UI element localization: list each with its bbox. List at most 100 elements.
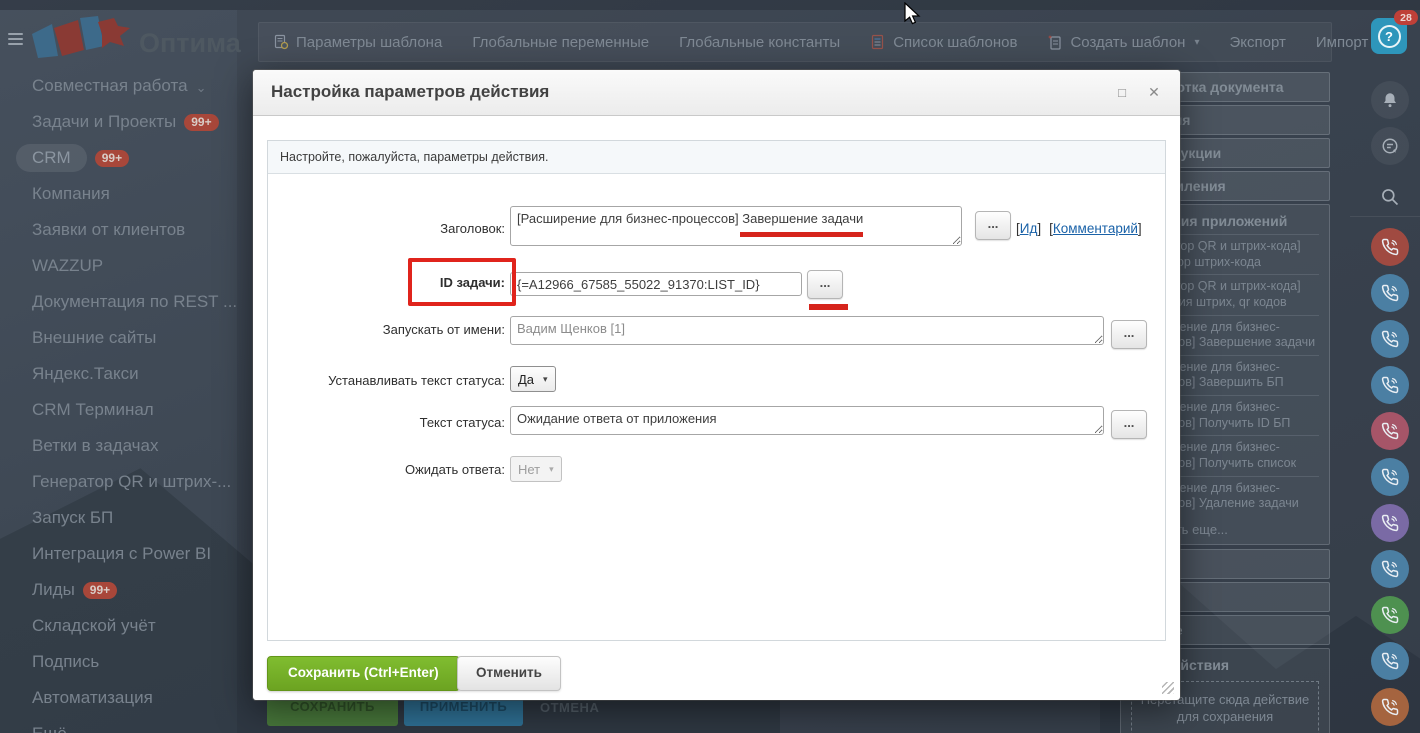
tab-template-parameters[interactable]: Параметры шаблона <box>273 34 442 51</box>
sidebar-item-label: Компания <box>32 184 110 203</box>
bell-icon <box>1384 93 1396 108</box>
sidebar-item-automation[interactable]: Автоматизация <box>32 680 232 716</box>
select-value: Нет <box>518 461 541 477</box>
sidebar-item-wazzup[interactable]: WAZZUP <box>32 248 232 284</box>
task-id-more-button[interactable]: ... <box>807 270 843 299</box>
doc-gear-icon <box>274 34 289 50</box>
support-chat-button[interactable] <box>1371 127 1409 165</box>
task-id-input[interactable] <box>510 272 802 296</box>
tab-import[interactable]: Импорт <box>1316 34 1368 51</box>
bp-designer-toolbar: Параметры шаблона Глобальные переменные … <box>258 22 1368 62</box>
phone-call-icon[interactable] <box>1371 504 1409 542</box>
tab-global-variables[interactable]: Глобальные переменные <box>472 34 649 51</box>
hamburger-menu-icon[interactable] <box>8 33 23 45</box>
set-status-select[interactable]: Да ▾ <box>510 366 556 392</box>
select-caret-icon: ▾ <box>543 373 548 384</box>
phone-call-icon[interactable] <box>1371 274 1409 312</box>
help-notification-badge: 28 <box>1394 10 1418 25</box>
sidebar-item-task-branches[interactable]: Ветки в задачах <box>32 428 232 464</box>
run-as-more-button[interactable]: ... <box>1111 320 1147 349</box>
tab-create-template[interactable]: Создать шаблон ▾ <box>1047 33 1200 51</box>
tab-template-list[interactable]: Список шаблонов <box>870 34 1017 51</box>
save-button[interactable]: Сохранить (Ctrl+Enter) <box>267 656 460 691</box>
sidebar-item-label: Ветки в задачах <box>32 436 159 455</box>
dialog-header[interactable]: Настройка параметров действия □ ✕ <box>253 70 1180 116</box>
bracket: ] <box>1137 221 1142 236</box>
sidebar-item-crm-terminal[interactable]: CRM Терминал <box>32 392 232 428</box>
tab-label: Создать шаблон <box>1070 33 1186 51</box>
sidebar-item-label: Генератор QR и штрих-... <box>32 472 232 491</box>
tab-label: Параметры шаблона <box>296 33 443 51</box>
notification-badge: 99+ <box>82 581 118 599</box>
id-link[interactable]: Ид <box>1020 221 1038 236</box>
action-settings-dialog: Настройка параметров действия □ ✕ Настро… <box>253 70 1180 700</box>
status-text-more-button[interactable]: ... <box>1111 410 1147 439</box>
phone-call-icon[interactable] <box>1371 320 1409 358</box>
status-text-textarea[interactable]: Ожидание ответа от приложения <box>510 406 1104 435</box>
field-label-status-text: Текст статуса: <box>419 415 505 430</box>
run-as-textarea[interactable]: Вадим Щенков [1] <box>510 316 1104 345</box>
telephony-call-rail <box>1371 228 1409 726</box>
sidebar-item-label: Яндекс.Такси <box>32 364 139 383</box>
comment-link[interactable]: Комментарий <box>1053 221 1138 236</box>
bracket: ] <box>1037 221 1042 236</box>
phone-call-icon[interactable] <box>1371 412 1409 450</box>
sidebar-item-more[interactable]: Ещё <box>32 716 232 733</box>
sidebar-item-company[interactable]: Компания <box>32 176 232 212</box>
phone-call-icon[interactable] <box>1371 458 1409 496</box>
background-cancel-link[interactable]: ОТМЕНА <box>540 700 599 715</box>
tab-label: Экспорт <box>1229 33 1286 51</box>
caret-down-icon: ▾ <box>1194 36 1200 48</box>
dialog-title: Настройка параметров действия <box>271 82 550 101</box>
sidebar-item-tasks[interactable]: Задачи и Проекты 99+ <box>32 104 232 140</box>
window-top-strip <box>0 0 1420 10</box>
field-label-set-status: Устанавливать текст статуса: <box>328 373 505 388</box>
sidebar-item-external-sites[interactable]: Внешние сайты <box>32 320 232 356</box>
sidebar-item-label: Совместная работа <box>32 76 188 95</box>
logo-text: Оптима <box>139 28 241 58</box>
active-item-pill: CRM <box>16 144 87 172</box>
maximize-icon[interactable]: □ <box>1113 84 1131 102</box>
sidebar-item-label: Лиды <box>32 580 75 599</box>
sidebar-item-label: Заявки от клиентов <box>32 220 186 239</box>
sidebar-item-powerbi[interactable]: Интеграция с Power BI <box>32 536 232 572</box>
search-icon <box>1382 189 1399 206</box>
field-label-task-id: ID задачи: <box>439 275 505 290</box>
question-mark-icon: ? <box>1377 24 1401 48</box>
select-caret-icon: ▾ <box>549 463 554 474</box>
sidebar-item-label: WAZZUP <box>32 256 104 275</box>
title-more-button[interactable]: ... <box>975 211 1011 240</box>
phone-call-icon[interactable] <box>1371 688 1409 726</box>
tab-label: Импорт <box>1315 33 1369 51</box>
sidebar-item-crm[interactable]: CRM 99+ <box>16 140 232 176</box>
tab-export[interactable]: Экспорт <box>1230 34 1286 51</box>
search-button[interactable] <box>1371 178 1409 216</box>
sidebar-item-yandex-taxi[interactable]: Яндекс.Такси <box>32 356 232 392</box>
phone-call-icon[interactable] <box>1371 642 1409 680</box>
rail-divider <box>1350 216 1420 217</box>
sidebar-item-rest-docs[interactable]: Документация по REST ... <box>32 284 237 320</box>
sidebar-item-collab[interactable]: Совместная работа ⌄ <box>32 68 232 104</box>
title-textarea[interactable]: [Расширение для бизнес-процессов] Заверш… <box>510 206 962 246</box>
sidebar-item-signature[interactable]: Подпись <box>32 644 232 680</box>
phone-call-icon[interactable] <box>1371 596 1409 634</box>
phone-call-icon[interactable] <box>1371 228 1409 266</box>
sidebar-menu: Совместная работа ⌄ Задачи и Проекты 99+… <box>16 68 237 733</box>
close-icon[interactable]: ✕ <box>1145 84 1163 102</box>
sidebar-item-warehouse[interactable]: Складской учёт <box>32 608 232 644</box>
cancel-button[interactable]: Отменить <box>457 656 561 691</box>
sidebar-item-bp-launch[interactable]: Запуск БП <box>32 500 232 536</box>
sidebar-item-label: CRM Терминал <box>32 400 154 419</box>
tab-global-constants[interactable]: Глобальные константы <box>679 34 840 51</box>
sidebar-item-leads[interactable]: Лиды 99+ <box>32 572 232 608</box>
phone-call-icon[interactable] <box>1371 550 1409 588</box>
phone-call-icon[interactable] <box>1371 366 1409 404</box>
tab-label: Глобальные переменные <box>472 33 650 51</box>
sidebar-item-qr-generator[interactable]: Генератор QR и штрих-... <box>32 464 232 500</box>
company-logo[interactable] <box>30 16 135 67</box>
field-label-title: Заголовок: <box>440 221 505 236</box>
sidebar-item-client-requests[interactable]: Заявки от клиентов <box>32 212 232 248</box>
doc-list-icon <box>872 34 884 50</box>
dialog-resize-grip[interactable] <box>1162 682 1174 694</box>
notifications-bell-button[interactable] <box>1371 81 1409 119</box>
